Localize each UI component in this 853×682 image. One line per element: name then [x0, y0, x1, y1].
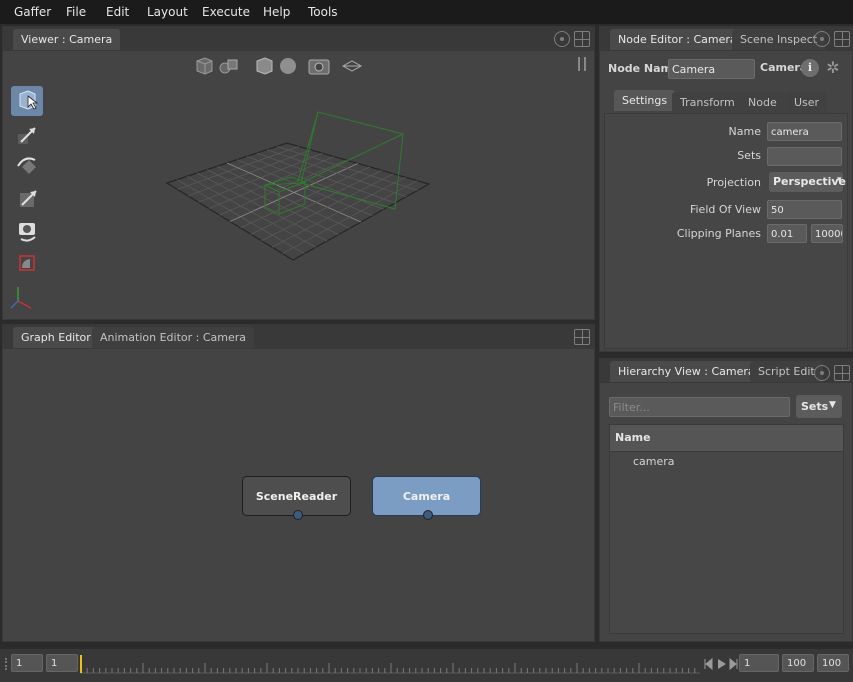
camera-icon[interactable] — [308, 59, 330, 75]
menu-edit[interactable]: Edit — [106, 5, 129, 19]
projection-dropdown[interactable]: Perspective ▾ — [769, 172, 847, 192]
viewer-panel: Viewer : Camera — [2, 26, 595, 320]
gear-icon[interactable]: ✲ — [824, 59, 842, 77]
playback-controls — [704, 657, 738, 671]
play-icon — [718, 659, 726, 669]
tab-script-editor[interactable]: Script Edit — [750, 361, 823, 382]
sets-button-label: Sets — [801, 400, 829, 413]
settings-body: Name camera Sets Projection Perspective … — [604, 113, 848, 349]
viewer-tabbar: Viewer : Camera — [3, 27, 594, 51]
tab-node[interactable]: Node — [740, 92, 785, 113]
menu-layout[interactable]: Layout — [147, 5, 188, 19]
tab-user[interactable]: User — [786, 92, 828, 113]
pause-icon[interactable] — [578, 57, 586, 71]
hierarchy-panel: Hierarchy View : Camera Script Edit Filt… — [599, 358, 853, 642]
hierarchy-tabbar: Hierarchy View : Camera Script Edit — [600, 359, 852, 383]
tab-scene-inspector[interactable]: Scene Inspect — [732, 29, 826, 50]
ground-grid — [165, 142, 431, 261]
target-icon[interactable] — [814, 365, 830, 381]
tab-transform[interactable]: Transform — [672, 92, 743, 113]
axes-gizmo-icon — [10, 287, 32, 309]
name-field[interactable]: camera — [767, 122, 842, 141]
tab-settings[interactable]: Settings — [614, 90, 676, 111]
graph-editor-panel: Graph Editor Animation Editor : Camera S… — [2, 324, 595, 642]
layout-grid-icon[interactable] — [834, 365, 850, 381]
name-plug-label: Name — [728, 125, 761, 138]
step-back-icon — [704, 657, 713, 671]
tab-graph-editor[interactable]: Graph Editor — [13, 327, 99, 348]
tab-viewer[interactable]: Viewer : Camera — [13, 29, 121, 50]
sphere-icon[interactable] — [280, 58, 296, 74]
hierarchy-tree: Name camera — [609, 424, 844, 634]
list-item[interactable]: camera — [633, 455, 675, 468]
node-label: Camera — [402, 490, 451, 503]
viewer-toolbar — [196, 57, 363, 75]
chevron-down-icon: ▼ — [829, 400, 836, 410]
fov-plug-label: Field Of View — [689, 203, 761, 216]
projection-plug-label: Projection — [706, 176, 761, 189]
menu-bar: Gaffer File Edit Layout Execute Help Too… — [0, 0, 853, 24]
step-forward-icon — [729, 657, 738, 671]
select-tool-button[interactable] — [11, 86, 43, 116]
tab-animation-editor[interactable]: Animation Editor : Camera — [92, 327, 254, 348]
frame-slider[interactable] — [80, 653, 702, 677]
layout-grid-icon[interactable] — [574, 31, 590, 47]
sets-field[interactable] — [767, 147, 842, 166]
shading-mode-icon[interactable] — [196, 57, 213, 75]
scenereader-node[interactable]: SceneReader — [242, 476, 351, 520]
translate-tool-button[interactable] — [11, 120, 43, 150]
sets-plug-label: Sets — [737, 149, 761, 162]
clipping-plug-label: Clipping Planes — [676, 227, 761, 240]
viewport-3d[interactable] — [153, 97, 453, 267]
info-icon[interactable]: i — [801, 59, 819, 77]
expansion-icon[interactable] — [219, 59, 238, 74]
settings-tabbar: Settings Transform Node User — [604, 90, 848, 114]
tab-node-editor[interactable]: Node Editor : Camera — [610, 29, 745, 50]
output-plug[interactable] — [293, 510, 303, 520]
timeline-bar: 1 1 1 100 100 — [0, 649, 853, 682]
sets-filter-button[interactable]: Sets ▼ — [796, 395, 842, 418]
layout-grid-icon[interactable] — [834, 31, 850, 47]
start-frame-field[interactable]: 1 — [11, 654, 43, 672]
column-name-header[interactable]: Name — [615, 431, 651, 444]
graph-tabbar: Graph Editor Animation Editor : Camera — [3, 325, 594, 349]
playback-end-field[interactable]: 100 — [782, 654, 814, 672]
clip-far-field[interactable]: 10000 — [811, 224, 843, 243]
current-frame-marker — [80, 655, 82, 673]
target-icon[interactable] — [814, 31, 830, 47]
chevron-down-icon: ▾ — [837, 175, 842, 185]
drag-handle-icon[interactable] — [5, 658, 9, 670]
menu-file[interactable]: File — [66, 5, 86, 19]
menu-execute[interactable]: Execute — [202, 5, 250, 19]
node-editor-tabbar: Node Editor : Camera Scene Inspect — [600, 27, 852, 51]
node-name-field[interactable]: Camera — [668, 59, 755, 79]
tab-hierarchy-view[interactable]: Hierarchy View : Camera — [610, 361, 763, 382]
playback-start-field[interactable]: 1 — [46, 654, 78, 672]
end-frame-field[interactable]: 100 — [817, 654, 849, 672]
menu-help[interactable]: Help — [263, 5, 290, 19]
camera-node[interactable]: Camera — [372, 476, 481, 520]
camera-tool-button[interactable] — [11, 216, 43, 246]
cube-icon[interactable] — [256, 57, 273, 75]
layout-grid-icon[interactable] — [574, 329, 590, 345]
target-icon[interactable] — [554, 31, 570, 47]
filter-input[interactable]: Filter... — [609, 397, 790, 417]
node-label: SceneReader — [255, 490, 338, 503]
scale-tool-button[interactable] — [11, 184, 43, 214]
tree-header: Name — [610, 425, 843, 452]
node-editor-panel: Node Editor : Camera Scene Inspect Node … — [599, 26, 853, 352]
fov-field[interactable]: 50 — [767, 200, 842, 219]
current-frame-field[interactable]: 1 — [739, 654, 779, 672]
menu-tools[interactable]: Tools — [308, 5, 338, 19]
crop-window-tool-button[interactable] — [11, 248, 43, 278]
projection-value: Perspective — [773, 175, 847, 188]
clip-near-field[interactable]: 0.01 — [767, 224, 807, 243]
rotate-tool-button[interactable] — [11, 152, 43, 182]
grid-toggle-icon[interactable] — [341, 60, 363, 72]
menu-gaffer[interactable]: Gaffer — [14, 5, 51, 19]
output-plug[interactable] — [423, 510, 433, 520]
